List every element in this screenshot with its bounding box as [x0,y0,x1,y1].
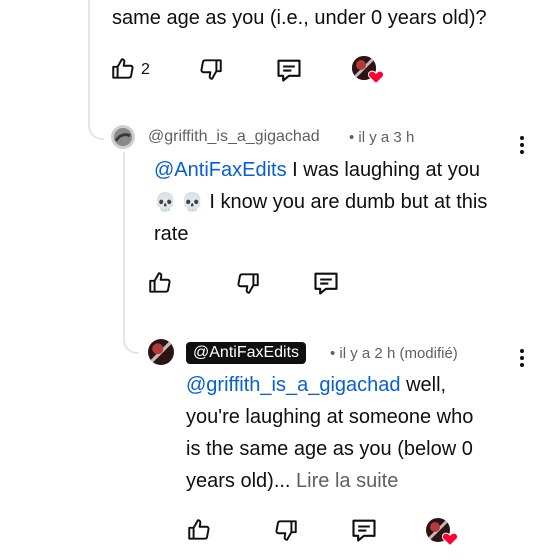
creator-heart-icon [441,532,459,551]
avatar[interactable] [111,125,135,149]
read-more-link[interactable]: Lire la suite [296,470,398,492]
thread-line-main [88,0,90,118]
reply-icon[interactable] [312,269,340,297]
like-count: 2 [141,61,150,78]
thumbs-up-icon[interactable] [186,517,212,543]
thumbs-up-icon[interactable] [147,270,173,296]
reply-text-line: I was laughing at you [286,159,481,181]
mention-link[interactable]: @griffith_is_a_gigachad [186,374,401,396]
reply-icon[interactable] [350,516,378,544]
avatar[interactable] [148,339,174,365]
reply-text-line: rate [154,223,189,245]
reply-author[interactable]: @griffith_is_a_gigachad [148,128,320,146]
thread-curve-reply1 [88,108,104,140]
reply-timestamp[interactable]: • il y a 3 h [349,129,414,146]
thumbs-down-icon[interactable] [198,56,224,82]
creator-heart-icon [367,70,385,89]
reply-text-line: is the same age as you (below 0 [186,438,473,460]
reply-text-line: years old)... [186,470,291,492]
reply-text-line: you're laughing at someone who [186,406,474,428]
skull-emoji: 💀 💀 [154,192,204,212]
reply-icon[interactable] [275,56,303,84]
thread-line-reply1 [123,152,125,340]
reply-text: @AntiFaxEdits I was laughing at you 💀 💀 … [154,154,534,250]
thumbs-up-icon[interactable] [110,56,136,82]
comment-text: same age as you (i.e., under 0 years old… [112,7,487,29]
creator-badge[interactable]: @AntiFaxEdits [186,342,307,364]
thread-curve-reply2 [123,322,139,354]
mention-link[interactable]: @AntiFaxEdits [154,159,287,181]
more-vert-icon[interactable] [520,349,524,370]
reply-text: @griffith_is_a_gigachad well, you're lau… [186,369,526,497]
reply-text-line: I know you are dumb but at this [203,191,488,213]
thumbs-down-icon[interactable] [273,517,299,543]
reply-text-line: well, [400,374,447,396]
reply-timestamp[interactable]: • il y a 2 h (modifié) [330,345,458,362]
thumbs-down-icon[interactable] [235,270,261,296]
